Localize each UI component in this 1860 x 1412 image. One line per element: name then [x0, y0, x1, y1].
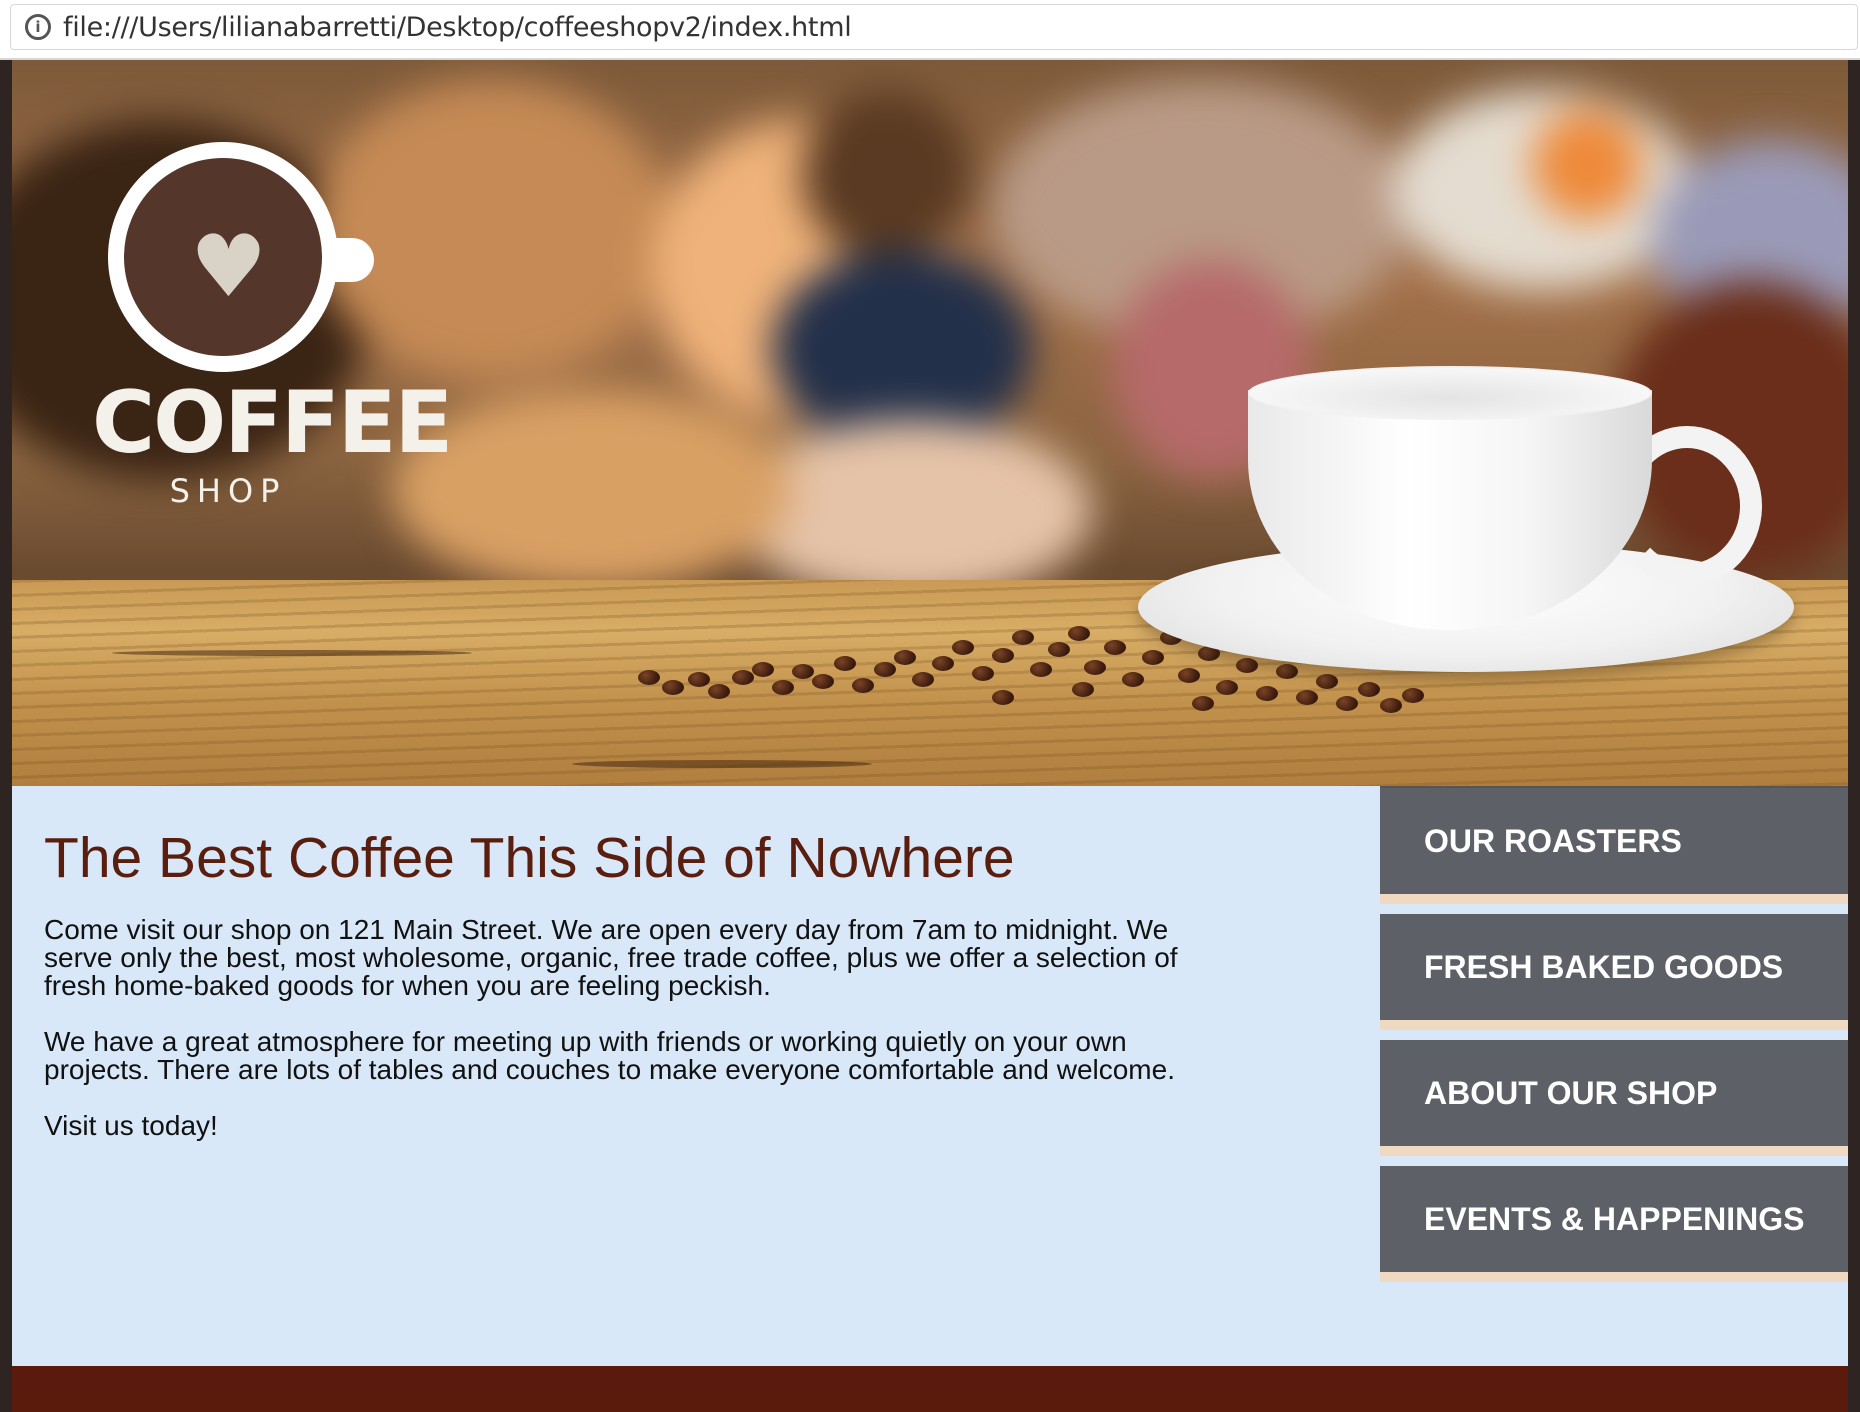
nav-item-our-roasters[interactable]: OUR ROASTERS: [1380, 786, 1848, 904]
intro-paragraph: Come visit our shop on 121 Main Street. …: [44, 914, 1178, 1001]
site-logo[interactable]: ♥ COFFEE SHOP: [92, 142, 453, 542]
heart-icon: ♥: [190, 217, 268, 317]
url-text[interactable]: file:///Users/lilianabarretti/Desktop/co…: [63, 11, 852, 45]
atmosphere-paragraph: We have a great atmosphere for meeting u…: [44, 1026, 1175, 1085]
nav-item-about-our-shop[interactable]: ABOUT OUR SHOP: [1380, 1040, 1848, 1156]
main-content: The Best Coffee This Side of Nowhere Com…: [44, 826, 1244, 1168]
nav-item-fresh-baked-goods[interactable]: FRESH BAKED GOODS: [1380, 914, 1848, 1030]
url-field[interactable]: i file:///Users/lilianabarretti/Desktop/…: [10, 4, 1858, 50]
sidebar-nav: OUR ROASTERS FRESH BAKED GOODS ABOUT OUR…: [1380, 786, 1848, 1292]
nav-item-events-happenings[interactable]: EVENTS & HAPPENINGS: [1380, 1166, 1848, 1282]
info-icon[interactable]: i: [25, 14, 51, 40]
page-title: The Best Coffee This Side of Nowhere: [44, 826, 1015, 890]
visit-paragraph: Visit us today!: [44, 1110, 218, 1141]
logo-subtitle: SHOP: [169, 472, 287, 510]
logo-cup-handle: [328, 238, 374, 282]
address-bar: i file:///Users/lilianabarretti/Desktop/…: [0, 0, 1860, 60]
logo-title: COFFEE: [92, 373, 453, 473]
hero-banner: ♥ COFFEE SHOP: [12, 60, 1848, 786]
footer-bar: [12, 1366, 1848, 1412]
page-viewport: ♥ COFFEE SHOP OUR ROASTERS FRESH BAKED G…: [0, 60, 1860, 1412]
cup-rim: [1248, 366, 1652, 420]
page-body: ♥ COFFEE SHOP OUR ROASTERS FRESH BAKED G…: [12, 60, 1848, 1412]
